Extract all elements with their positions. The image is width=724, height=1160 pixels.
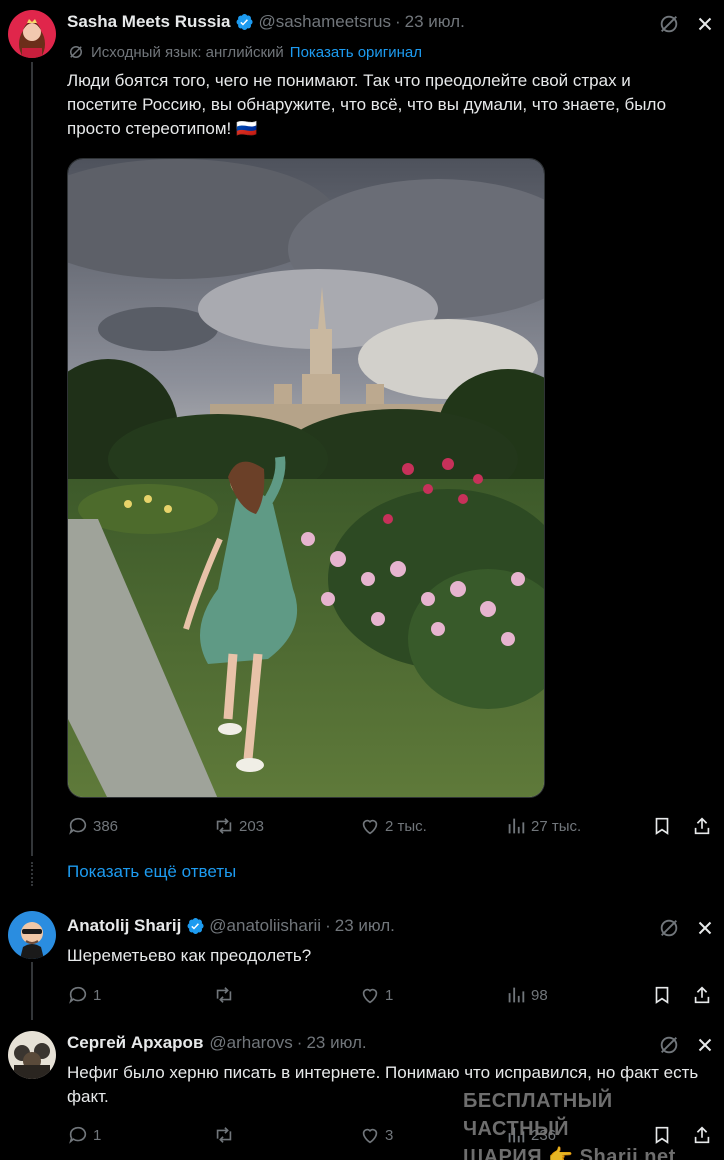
- more-icon[interactable]: [694, 917, 716, 939]
- separator-dot: ·: [296, 1033, 303, 1052]
- bookmark-icon: [655, 817, 669, 835]
- author-name[interactable]: Sasha Meets Russia: [67, 12, 230, 32]
- reply-button[interactable]: 386: [67, 815, 118, 837]
- separator-dot: ·: [325, 916, 331, 935]
- repost-icon: [216, 818, 232, 834]
- share-icon: [694, 986, 710, 1004]
- repost-icon: [216, 1127, 232, 1143]
- translation-language: Исходный язык: английский: [91, 43, 284, 61]
- reply-button[interactable]: 1: [67, 1124, 101, 1146]
- grok-icon[interactable]: [658, 917, 680, 939]
- reply-icon: [69, 817, 87, 835]
- tweet-header: Sasha Meets Russia @sashameetsrus · 23 и…: [67, 12, 465, 32]
- share-icon: [694, 817, 710, 835]
- like-count: 3: [385, 1126, 394, 1144]
- show-original-link[interactable]: Показать оригинал: [290, 44, 422, 61]
- translation-notice: Исходный язык: английский Показать ориги…: [67, 43, 422, 61]
- tweet-date[interactable]: 23 июл.: [306, 1033, 366, 1053]
- repost-button[interactable]: [213, 1124, 239, 1146]
- like-button[interactable]: 3: [359, 1124, 393, 1146]
- like-count: 2 тыс.: [385, 817, 427, 835]
- tweet-header: Anatolij Sharij @anatoliisharii · 23 июл…: [67, 916, 395, 936]
- repost-button[interactable]: [213, 984, 239, 1006]
- views-icon: [508, 987, 525, 1003]
- like-button[interactable]: 1: [359, 984, 393, 1006]
- watermark-line1: БЕСПЛАТНЫЙ ЧАСТНЫЙ: [463, 1090, 613, 1140]
- repost-icon: [216, 987, 232, 1003]
- views-count: 98: [531, 986, 548, 1004]
- tweet-actions: 1 1 98: [67, 984, 716, 1008]
- views-icon: [508, 818, 525, 834]
- reply-count: 1: [93, 986, 102, 1004]
- like-button[interactable]: 2 тыс.: [359, 815, 427, 837]
- grok-icon[interactable]: [658, 13, 680, 35]
- tweet-sasha[interactable]: Sasha Meets Russia @sashameetsrus · 23 и…: [0, 0, 724, 850]
- heart-icon: [362, 988, 378, 1004]
- more-icon[interactable]: [694, 13, 716, 35]
- share-button[interactable]: [691, 815, 717, 837]
- verified-badge-icon: [237, 14, 254, 30]
- more-icon[interactable]: [694, 1034, 716, 1056]
- views-button[interactable]: 98: [505, 984, 548, 1006]
- watermark: БЕСПЛАТНЫЙ ЧАСТНЫЙ ШАРИЯ 👉 Sharij.net: [463, 1087, 724, 1160]
- photo-moscow-university-garden: [68, 159, 544, 797]
- reply-count: 386: [93, 817, 119, 835]
- views-button[interactable]: 27 тыс.: [505, 815, 581, 837]
- separator-dot: ·: [395, 12, 401, 31]
- tweet-actions: 386 203 2 тыс. 27 тыс.: [67, 815, 716, 839]
- reply-count: 1: [93, 1126, 102, 1144]
- translate-icon: [70, 46, 82, 58]
- grok-icon[interactable]: [658, 1034, 680, 1056]
- tweet-date[interactable]: 23 июл.: [405, 12, 465, 32]
- repost-count: 203: [239, 817, 265, 835]
- tweet-photo[interactable]: [67, 158, 545, 798]
- share-button[interactable]: [691, 984, 717, 1006]
- like-count: 1: [385, 986, 394, 1004]
- bookmark-icon: [655, 986, 669, 1004]
- tweet-text: Шереметьево как преодолеть?: [67, 946, 312, 965]
- reply-icon: [69, 986, 87, 1004]
- watermark-line2: ШАРИЯ 👉 Sharij.net: [463, 1146, 676, 1160]
- avatar-arharov[interactable]: [8, 1031, 56, 1079]
- bookmark-button[interactable]: [651, 815, 677, 837]
- repost-button[interactable]: 203: [213, 815, 264, 837]
- heart-icon: [362, 819, 378, 835]
- tweet-text: Люди боятся того, чего не понимают. Так …: [67, 71, 667, 138]
- tweet-sharij[interactable]: Anatolij Sharij @anatoliisharii · 23 июл…: [0, 900, 724, 1020]
- tweet-header: Сергей Архаров @arharovs · 23 июл.: [67, 1033, 367, 1053]
- bookmark-button[interactable]: [651, 984, 677, 1006]
- tweet-date[interactable]: 23 июл.: [335, 916, 395, 936]
- author-handle[interactable]: @sashameetsrus: [258, 12, 391, 32]
- author-handle[interactable]: @anatoliisharii: [209, 916, 321, 936]
- show-more-replies-link[interactable]: Показать ещё ответы: [67, 862, 236, 882]
- avatar-sasha[interactable]: [8, 10, 56, 58]
- reply-icon: [69, 1126, 87, 1144]
- author-handle[interactable]: @arharovs: [209, 1033, 292, 1053]
- heart-icon: [362, 1128, 378, 1144]
- avatar-sharij[interactable]: [8, 911, 56, 959]
- thread-line-dots: [31, 862, 33, 886]
- views-count: 27 тыс.: [531, 817, 582, 835]
- reply-button[interactable]: 1: [67, 984, 101, 1006]
- author-name[interactable]: Anatolij Sharij: [67, 916, 181, 936]
- author-name[interactable]: Сергей Архаров: [67, 1033, 203, 1053]
- verified-badge-icon: [187, 918, 204, 934]
